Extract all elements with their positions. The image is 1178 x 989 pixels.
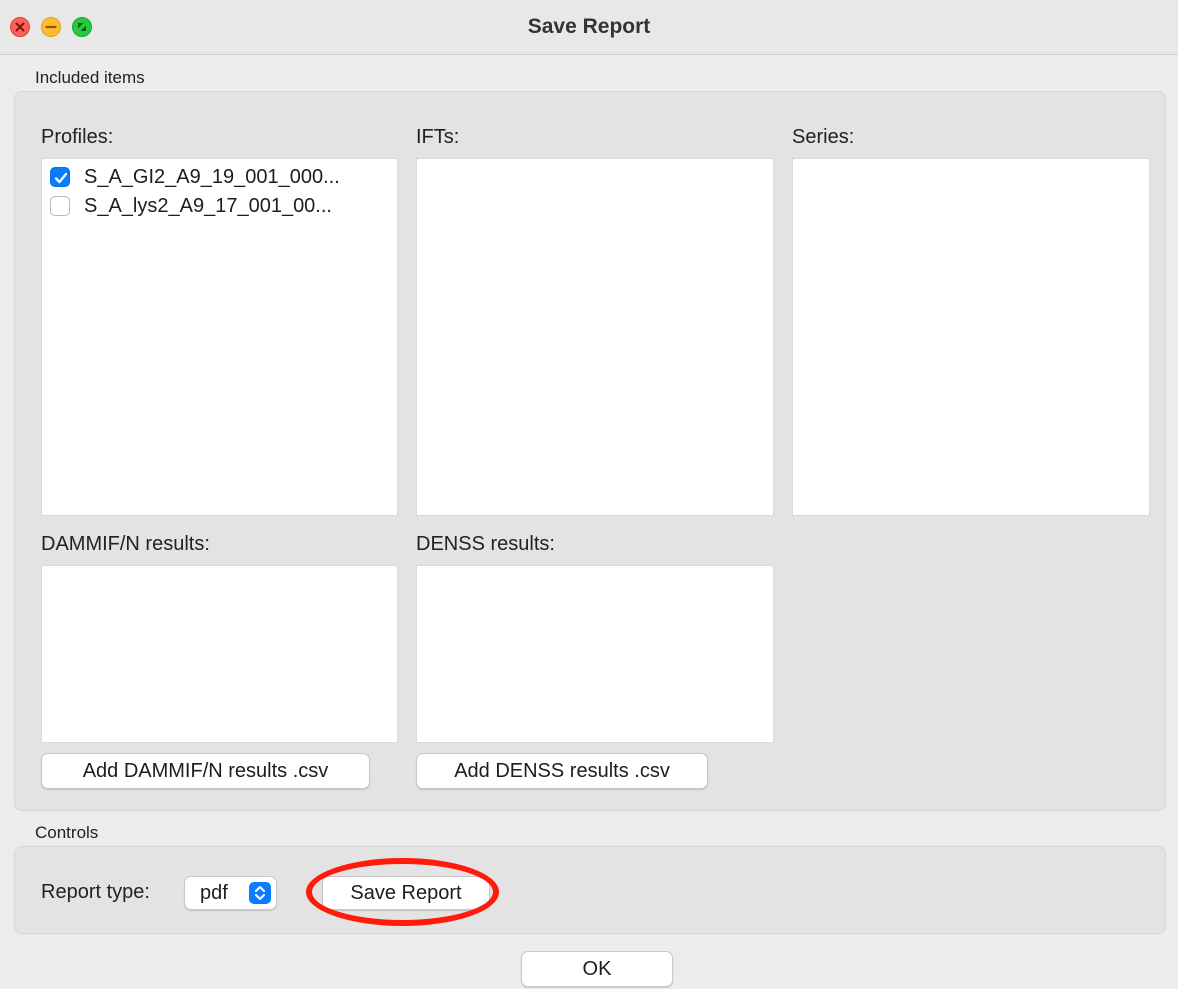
report-type-value: pdf — [200, 881, 228, 904]
window-title: Save Report — [527, 15, 651, 38]
add-denss-results-button[interactable]: Add DENSS results .csv — [416, 753, 708, 789]
save-report-button[interactable]: Save Report — [322, 876, 490, 910]
checkmark-icon — [54, 172, 68, 184]
denss-results-label: DENSS results: — [416, 533, 555, 555]
list-item[interactable]: S_A_GI2_A9_19_001_000... — [50, 163, 340, 191]
list-item[interactable]: S_A_lys2_A9_17_001_00... — [50, 192, 332, 220]
profiles-label: Profiles: — [41, 126, 114, 148]
controls-label: Controls — [35, 823, 99, 842]
dammif-results-list[interactable] — [41, 565, 398, 743]
series-list[interactable] — [792, 158, 1150, 516]
dammif-results-label: DAMMIF/N results: — [41, 533, 210, 555]
title-bar: Save Report — [0, 0, 1178, 55]
included-items-label: Included items — [35, 68, 145, 87]
save-report-window: Save Report Included items Profiles: S_A… — [0, 0, 1178, 989]
profile-name: S_A_lys2_A9_17_001_00... — [84, 194, 332, 217]
profile-checkbox-unchecked[interactable] — [50, 196, 70, 216]
ifts-list[interactable] — [416, 158, 774, 516]
add-dammif-results-button[interactable]: Add DAMMIF/N results .csv — [41, 753, 370, 789]
profile-name: S_A_GI2_A9_19_001_000... — [84, 165, 340, 188]
chevron-up-down-icon — [255, 886, 265, 900]
denss-results-list[interactable] — [416, 565, 774, 743]
series-label: Series: — [792, 126, 855, 148]
report-type-select[interactable]: pdf — [184, 876, 277, 910]
profiles-list[interactable]: S_A_GI2_A9_19_001_000... S_A_lys2_A9_17_… — [41, 158, 398, 516]
ok-button[interactable]: OK — [521, 951, 673, 987]
report-type-label: Report type: — [41, 881, 150, 903]
select-stepper-icon — [249, 882, 271, 904]
profile-checkbox-checked[interactable] — [50, 167, 70, 187]
ifts-label: IFTs: — [416, 126, 460, 148]
